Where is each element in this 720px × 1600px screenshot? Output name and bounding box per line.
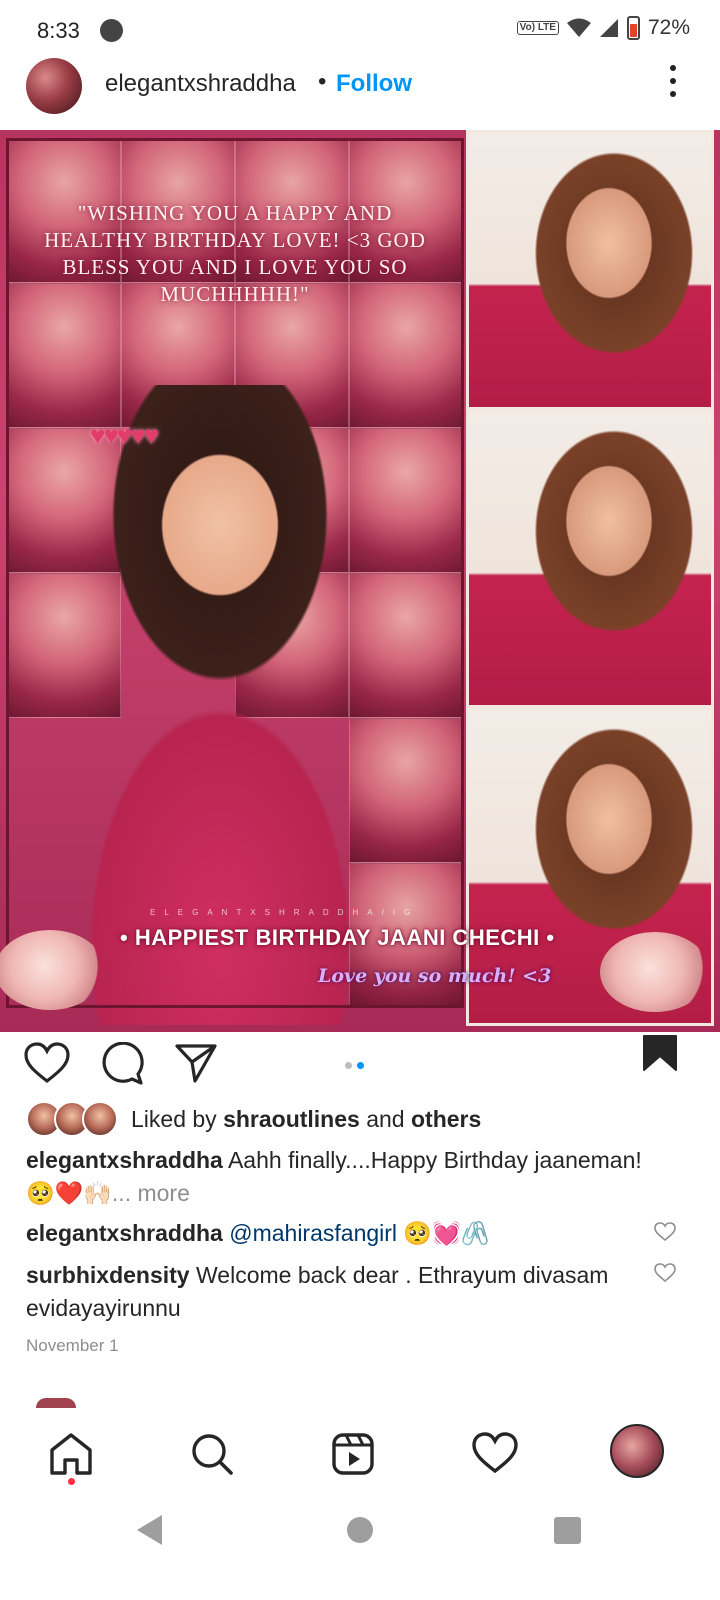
author-username[interactable]: elegantxshraddha (105, 70, 296, 98)
likes-prefix: Liked by (131, 1106, 217, 1132)
hearts-crown-icon: ♥♥♥♥♥ (90, 420, 159, 450)
notification-dot-icon (100, 19, 123, 42)
caption-more-link[interactable]: ... more (112, 1180, 190, 1206)
status-bar: 8:33 Vo) LTE 72% (0, 0, 720, 62)
carousel-indicator (345, 1062, 364, 1069)
liker-avatars (26, 1101, 126, 1137)
comment-username[interactable]: elegantxshraddha (26, 1220, 223, 1246)
status-time: 8:33 (37, 18, 80, 43)
image-watermark: ELEGANTXSHRADDHA/IG (150, 908, 420, 917)
likes-others[interactable]: others (411, 1106, 481, 1132)
comment-icon[interactable] (100, 1042, 144, 1086)
share-send-icon[interactable] (174, 1042, 218, 1084)
rose-decoration-icon (600, 932, 710, 1012)
carousel-dot (345, 1062, 352, 1069)
status-icons: Vo) LTE 72% (516, 16, 690, 40)
search-icon[interactable] (190, 1432, 234, 1476)
header-separator: • (318, 68, 327, 95)
volte-icon: Vo) LTE (516, 21, 559, 35)
caption-username[interactable]: elegantxshraddha (26, 1147, 223, 1173)
home-icon[interactable] (48, 1432, 94, 1476)
follow-button[interactable]: Follow (336, 70, 412, 98)
likes-row[interactable]: Liked by shraoutlines and others (26, 1101, 706, 1141)
post-action-bar (0, 1032, 720, 1102)
home-notification-dot (68, 1478, 75, 1485)
carousel-dot-active (357, 1062, 364, 1069)
comment-item: elegantxshraddha @mahirasfangirl 🥺💓🖇️ (26, 1217, 646, 1250)
banner-subtitle: Love you so much! <3 (318, 965, 552, 987)
more-options-icon[interactable] (668, 65, 678, 101)
comment-item: surbhixdensity Welcome back dear . Ethra… (26, 1259, 646, 1325)
system-home-icon[interactable] (347, 1517, 373, 1543)
like-heart-icon[interactable] (24, 1042, 70, 1084)
comment-like-icon[interactable] (654, 1222, 676, 1242)
battery-icon (626, 16, 640, 40)
post-caption: elegantxshraddha Aahh finally....Happy B… (26, 1144, 646, 1210)
likes-joiner: and (366, 1106, 405, 1132)
reels-icon[interactable] (331, 1432, 375, 1476)
author-avatar[interactable] (26, 58, 82, 114)
system-navigation-bar (0, 1498, 720, 1600)
next-post-avatar (36, 1398, 76, 1408)
post-image[interactable]: "WISHING YOU A HAPPY AND HEALTHY BIRTHDA… (0, 130, 720, 1032)
liker-avatar (82, 1101, 118, 1137)
profile-avatar[interactable] (610, 1424, 664, 1478)
post-header: elegantxshraddha • Follow (0, 55, 720, 125)
right-portrait-top (466, 130, 714, 410)
activity-heart-icon[interactable] (472, 1432, 518, 1474)
battery-percent: 72% (647, 16, 690, 39)
post-date: November 1 (26, 1336, 119, 1355)
recent-apps-icon[interactable] (554, 1517, 581, 1544)
likes-user[interactable]: shraoutlines (223, 1106, 360, 1132)
wifi-icon (566, 18, 591, 37)
signal-icon (599, 19, 618, 37)
back-icon[interactable] (137, 1515, 162, 1545)
saved-bookmark-icon[interactable] (642, 1034, 678, 1072)
bottom-navigation (0, 1408, 720, 1498)
comment-mention[interactable]: @mahirasfangirl (229, 1220, 397, 1246)
image-quote: "WISHING YOU A HAPPY AND HEALTHY BIRTHDA… (44, 201, 426, 306)
rose-decoration-icon (0, 930, 105, 1010)
comment-text: 🥺💓🖇️ (403, 1220, 490, 1246)
right-portrait-middle (466, 408, 714, 708)
comment-username[interactable]: surbhixdensity (26, 1262, 190, 1288)
likes-text: Liked by shraoutlines and others (131, 1106, 481, 1133)
birthday-banner: • HAPPIEST BIRTHDAY JAANI CHECHI • (120, 925, 555, 950)
comment-like-icon[interactable] (654, 1263, 676, 1283)
